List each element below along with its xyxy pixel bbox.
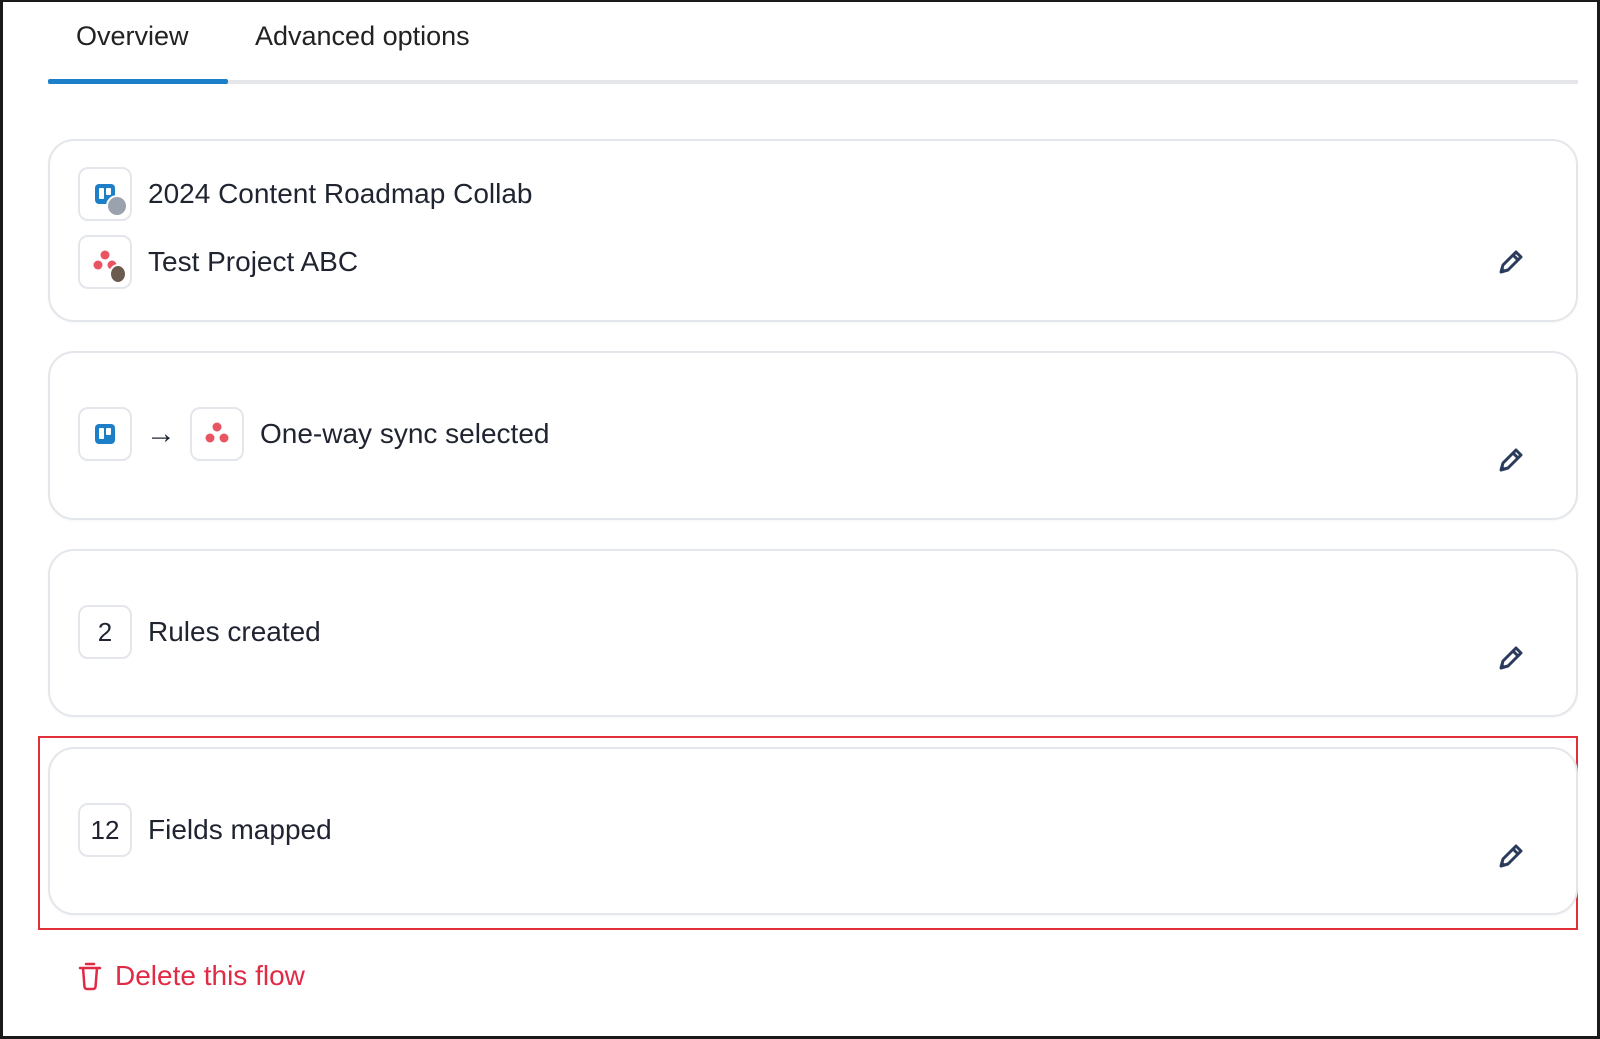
fields-row: 12 Fields mapped bbox=[78, 803, 332, 857]
rules-count: 2 bbox=[97, 616, 113, 647]
tab-advanced-options[interactable]: Advanced options bbox=[255, 16, 470, 56]
user-photo-badge bbox=[109, 264, 127, 284]
sync-direction-card: → One-way sync selected bbox=[48, 351, 1578, 520]
sync-direction-label: One-way sync selected bbox=[260, 418, 550, 449]
sync-arrow-icon: → bbox=[146, 417, 176, 450]
active-tab-indicator bbox=[48, 79, 228, 84]
connected-projects-card: 2024 Content Roadmap Collab Test Project… bbox=[48, 139, 1578, 322]
sync-direction-row: → One-way sync selected bbox=[78, 407, 549, 461]
edit-projects-pencil-icon[interactable] bbox=[1494, 245, 1528, 279]
edit-rules-pencil-icon[interactable] bbox=[1494, 641, 1528, 675]
asana-project-row: Test Project ABC bbox=[78, 235, 358, 289]
trello-icon bbox=[95, 424, 115, 444]
trello-board-row: 2024 Content Roadmap Collab bbox=[78, 167, 532, 221]
fields-count-box: 12 bbox=[78, 803, 132, 857]
asana-icon bbox=[205, 422, 229, 443]
rules-row: 2 Rules created bbox=[78, 605, 321, 659]
fields-count: 12 bbox=[90, 814, 120, 845]
edit-fields-pencil-icon[interactable] bbox=[1494, 839, 1528, 873]
rules-card: 2 Rules created bbox=[48, 549, 1578, 717]
rules-count-box: 2 bbox=[78, 605, 132, 659]
fields-label: Fields mapped bbox=[148, 814, 332, 845]
rules-label: Rules created bbox=[148, 616, 321, 647]
asana-project-name: Test Project ABC bbox=[148, 246, 359, 277]
source-tool-avatar bbox=[78, 407, 132, 461]
trello-board-avatar bbox=[78, 167, 132, 221]
destination-tool-avatar bbox=[190, 407, 244, 461]
trash-icon bbox=[78, 962, 102, 991]
window-frame: Overview Advanced options 2024 Content R… bbox=[0, 0, 1600, 1039]
tab-bar: Overview Advanced options bbox=[48, 2, 1578, 84]
delete-flow-link[interactable]: Delete this flow bbox=[77, 960, 305, 992]
edit-sync-pencil-icon[interactable] bbox=[1494, 443, 1528, 477]
trello-board-name: 2024 Content Roadmap Collab bbox=[148, 178, 533, 209]
asana-project-avatar bbox=[78, 235, 132, 289]
user-avatar-badge bbox=[106, 195, 128, 217]
fields-card: 12 Fields mapped bbox=[48, 747, 1578, 915]
delete-flow-label: Delete this flow bbox=[115, 960, 305, 991]
tab-overview[interactable]: Overview bbox=[76, 16, 189, 56]
